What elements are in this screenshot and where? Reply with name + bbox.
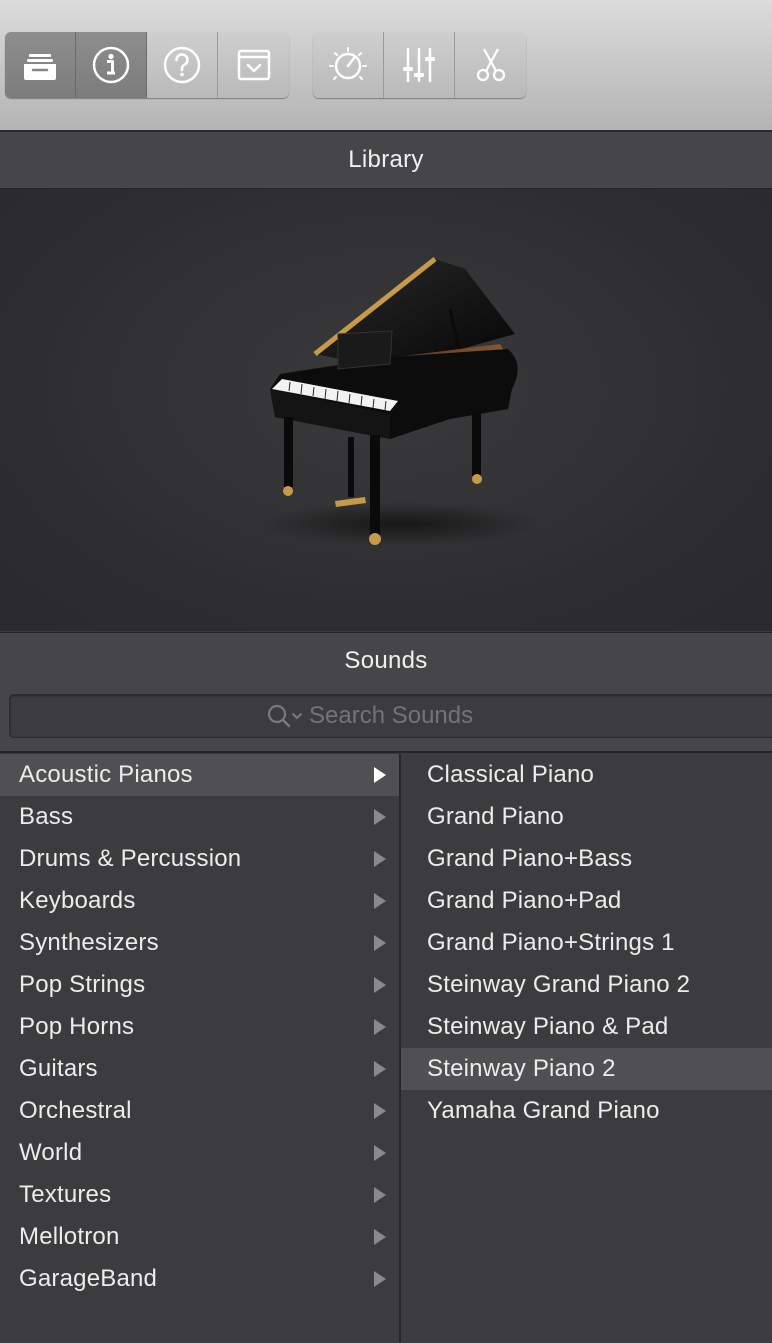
toolbar-right-group	[313, 32, 526, 98]
library-tray-icon	[24, 54, 56, 80]
patch-item[interactable]: Grand Piano	[401, 796, 772, 838]
category-label: GarageBand	[19, 1265, 158, 1292]
question-icon	[163, 46, 201, 84]
disclosure-arrow-icon	[373, 808, 387, 826]
disclosure-arrow-icon	[373, 934, 387, 952]
category-label: Orchestral	[19, 1097, 132, 1124]
patch-item[interactable]: Classical Piano	[401, 754, 772, 796]
category-item[interactable]: World	[0, 1132, 399, 1174]
patch-item[interactable]: Grand Piano+Strings 1	[401, 922, 772, 964]
info-button[interactable]	[76, 32, 147, 98]
patch-label: Yamaha Grand Piano	[427, 1097, 660, 1124]
search-input[interactable]	[309, 702, 609, 730]
category-label: Pop Strings	[19, 971, 146, 998]
info-icon	[92, 46, 130, 84]
patch-label: Grand Piano	[427, 803, 564, 830]
editor-button[interactable]	[218, 32, 289, 98]
disclosure-arrow-icon	[373, 1102, 387, 1120]
scissors-icon	[476, 48, 505, 82]
category-item[interactable]: Bass	[0, 796, 399, 838]
patch-item[interactable]: Yamaha Grand Piano	[401, 1090, 772, 1132]
disclosure-arrow-icon	[373, 1018, 387, 1036]
disclosure-arrow-icon	[373, 1270, 387, 1288]
sliders-icon	[403, 47, 435, 83]
category-item[interactable]: Orchestral	[0, 1090, 399, 1132]
toolbar-left-group	[5, 32, 289, 98]
toolbar	[0, 0, 772, 132]
instrument-preview	[0, 189, 772, 631]
patch-item[interactable]: Steinway Piano 2	[401, 1048, 772, 1090]
library-button[interactable]	[5, 32, 76, 98]
patch-item[interactable]: Grand Piano+Pad	[401, 880, 772, 922]
dial-icon	[329, 47, 367, 80]
disclosure-arrow-icon	[373, 1144, 387, 1162]
patch-label: Grand Piano+Bass	[427, 845, 633, 872]
category-list: Acoustic Pianos Bass Drums & Percussion Key…	[0, 754, 401, 1343]
category-item[interactable]: GarageBand	[0, 1258, 399, 1300]
category-item[interactable]: Keyboards	[0, 880, 399, 922]
help-button[interactable]	[147, 32, 218, 98]
category-item[interactable]: Acoustic Pianos	[0, 754, 399, 796]
patch-label: Grand Piano+Strings 1	[427, 929, 675, 956]
grand-piano-image	[260, 257, 540, 546]
disclosure-arrow-icon	[373, 766, 387, 784]
patch-list: Classical Piano Grand Piano Grand Piano+Ba…	[401, 754, 772, 1343]
patch-label: Steinway Grand Piano 2	[427, 971, 691, 998]
search-bar	[0, 689, 772, 753]
category-item[interactable]: Pop Horns	[0, 1006, 399, 1048]
patch-label: Steinway Piano & Pad	[427, 1013, 669, 1040]
disclosure-arrow-icon	[373, 1228, 387, 1246]
disclosure-arrow-icon	[373, 1060, 387, 1078]
editors-button[interactable]	[455, 32, 526, 98]
search-icon	[267, 704, 302, 728]
smart-controls-button[interactable]	[313, 32, 384, 98]
disclosure-arrow-icon	[373, 976, 387, 994]
category-label: Guitars	[19, 1055, 98, 1082]
category-label: Keyboards	[19, 887, 136, 914]
category-label: Synthesizers	[19, 929, 159, 956]
category-label: Textures	[19, 1181, 112, 1208]
disclosure-arrow-icon	[373, 892, 387, 910]
mixer-button[interactable]	[384, 32, 455, 98]
category-label: Mellotron	[19, 1223, 120, 1250]
sounds-title: Sounds	[344, 647, 428, 674]
patch-label: Classical Piano	[427, 761, 595, 788]
disclosure-arrow-icon	[373, 850, 387, 868]
search-box[interactable]	[9, 694, 772, 738]
category-label: Bass	[19, 803, 74, 830]
category-label: Drums & Percussion	[19, 845, 242, 872]
editor-window-icon	[237, 49, 270, 81]
patch-item[interactable]: Steinway Piano & Pad	[401, 1006, 772, 1048]
category-label: World	[19, 1139, 83, 1166]
patch-label: Steinway Piano 2	[427, 1055, 616, 1082]
sounds-header: Sounds	[0, 632, 772, 690]
category-item[interactable]: Synthesizers	[0, 922, 399, 964]
category-label: Acoustic Pianos	[19, 761, 193, 788]
category-item[interactable]: Mellotron	[0, 1216, 399, 1258]
patch-item[interactable]: Steinway Grand Piano 2	[401, 964, 772, 1006]
category-item[interactable]: Drums & Percussion	[0, 838, 399, 880]
category-item[interactable]: Textures	[0, 1174, 399, 1216]
category-item[interactable]: Pop Strings	[0, 964, 399, 1006]
library-header: Library	[0, 132, 772, 189]
disclosure-arrow-icon	[373, 1186, 387, 1204]
patch-label: Grand Piano+Pad	[427, 887, 622, 914]
patch-item[interactable]: Grand Piano+Bass	[401, 838, 772, 880]
category-item[interactable]: Guitars	[0, 1048, 399, 1090]
category-label: Pop Horns	[19, 1013, 135, 1040]
library-title: Library	[348, 146, 424, 173]
